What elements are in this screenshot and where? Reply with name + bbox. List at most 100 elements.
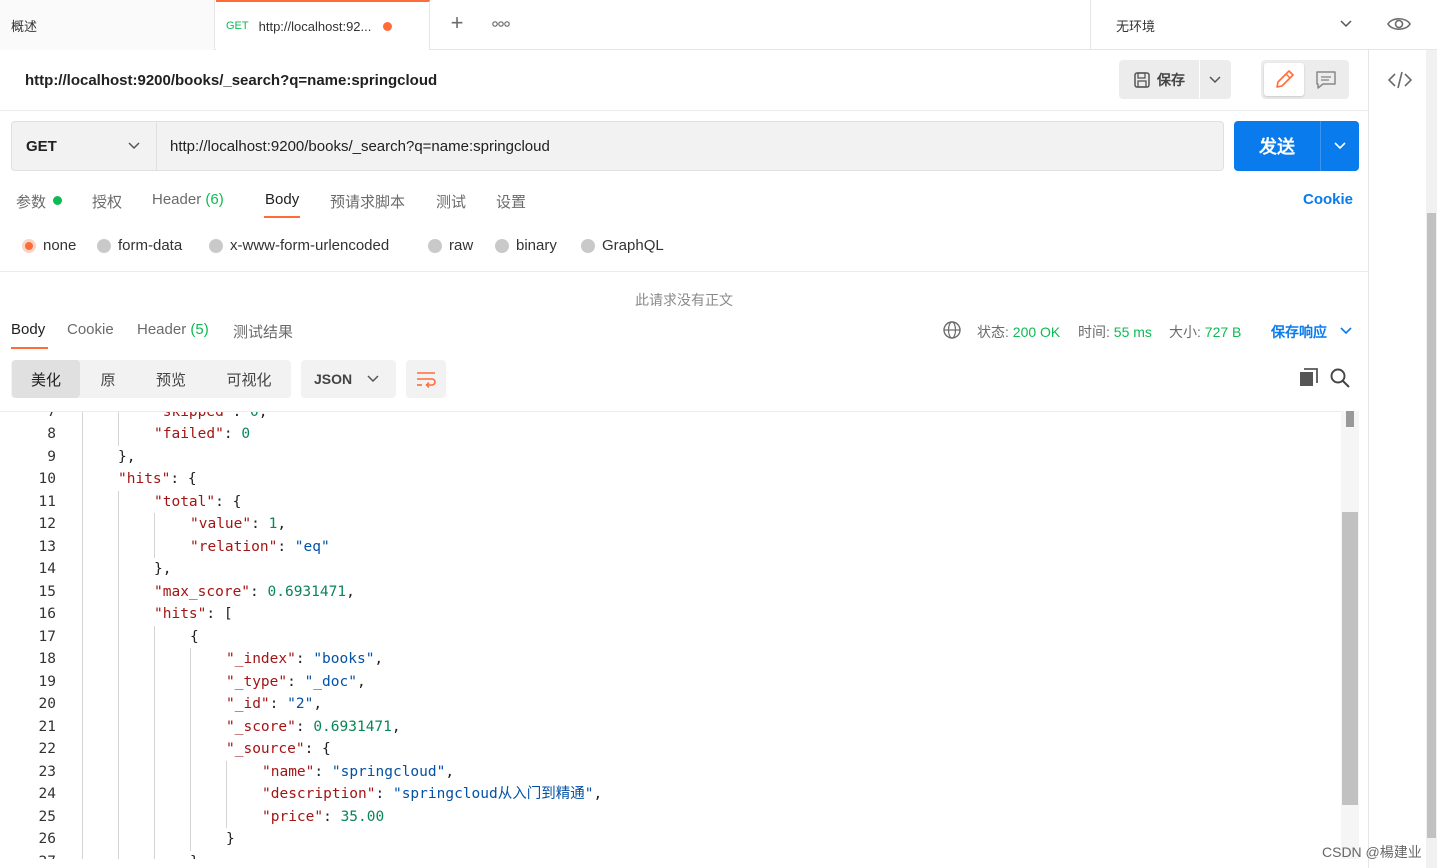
code-text: "relation": "eq"	[190, 538, 330, 555]
code-line: 13 "relation": "eq"	[0, 536, 1341, 559]
active-tab-indicator	[11, 347, 48, 349]
code-text: "_type": "_doc",	[226, 673, 366, 690]
send-options-button[interactable]	[1320, 121, 1359, 171]
tab-tests-label: 测试	[436, 194, 467, 211]
tab-request[interactable]: GET http://localhost:92...	[216, 0, 430, 50]
edit-mode-button[interactable]	[1264, 63, 1304, 96]
more-tabs-button[interactable]	[489, 14, 513, 34]
response-tab-test-results[interactable]: 测试结果	[233, 321, 293, 342]
send-button-label: 发送	[1259, 137, 1295, 157]
send-button[interactable]: 发送	[1234, 121, 1320, 171]
line-number: 24	[38, 786, 56, 802]
tab-prerequest-script[interactable]: 预请求脚本	[330, 191, 405, 212]
radio-label: binary	[516, 237, 557, 254]
tab-headers-label: Header	[152, 191, 202, 208]
view-visualize-label: 可视化	[226, 371, 272, 389]
code-text: "value": 1,	[190, 516, 287, 532]
request-title[interactable]: http://localhost:9200/books/_search?q=na…	[25, 72, 437, 89]
tab-settings[interactable]: 设置	[496, 191, 526, 212]
body-type-raw-radio[interactable]: raw	[428, 237, 473, 254]
code-line: 22 "_source": {	[0, 738, 1341, 761]
line-number: 9	[47, 448, 56, 465]
response-tab-body[interactable]: Body	[11, 321, 45, 338]
view-visualize-button[interactable]: 可视化	[212, 360, 286, 398]
response-tab-body-label: Body	[11, 321, 46, 338]
line-number: 17	[38, 628, 56, 645]
code-line: 26}	[0, 828, 1341, 851]
tab-headers[interactable]: Header (6)	[152, 191, 224, 208]
save-button[interactable]: 保存	[1119, 60, 1199, 99]
tab-settings-label: 设置	[496, 194, 527, 211]
plus-icon: +	[450, 10, 464, 35]
code-text: "_source": {	[226, 741, 331, 757]
tab-body[interactable]: Body	[265, 191, 299, 208]
code-scrollbar-thumb[interactable]	[1342, 512, 1358, 805]
save-button-label: 保存	[1157, 71, 1185, 88]
code-text: "max_score": 0.6931471,	[154, 583, 355, 600]
wrap-lines-button[interactable]	[406, 360, 446, 398]
time-value: 55 ms	[1113, 324, 1152, 340]
tab-tests[interactable]: 测试	[436, 191, 466, 212]
view-raw-button[interactable]: 原	[84, 360, 132, 398]
environment-label: 无环境	[1116, 18, 1156, 34]
add-tab-button[interactable]: +	[445, 12, 469, 36]
search-icon[interactable]	[1328, 366, 1352, 390]
response-body-viewer[interactable]: 7 "skipped": 0, 8 "failed": 0 9}, 10 "hits": {…	[0, 411, 1341, 859]
divider	[0, 110, 1368, 111]
response-time[interactable]: 时间: 55 ms	[1078, 322, 1152, 342]
comments-button[interactable]	[1308, 63, 1344, 96]
response-size[interactable]: 大小: 727 B	[1169, 322, 1241, 342]
view-preview-button[interactable]: 预览	[138, 360, 204, 398]
pencil-icon	[1276, 70, 1294, 88]
radio-selected-icon	[22, 238, 36, 253]
tab-overview[interactable]: 概述	[0, 0, 215, 50]
cookies-link[interactable]: Cookie	[1303, 191, 1353, 208]
line-number: 14	[38, 561, 56, 577]
body-type-form-data-radio[interactable]: form-data	[97, 237, 182, 254]
body-type-urlencoded-radio[interactable]: x-www-form-urlencoded	[209, 237, 389, 254]
radio-icon	[495, 238, 509, 253]
code-text: }	[226, 831, 235, 847]
tab-body-label: Body	[265, 191, 300, 208]
body-type-graphql-radio[interactable]: GraphQL	[581, 237, 664, 254]
radio-label: form-data	[118, 237, 183, 254]
url-input[interactable]: http://localhost:9200/books/_search?q=na…	[156, 121, 1224, 171]
page-scrollbar-thumb[interactable]	[1427, 213, 1436, 838]
code-text: "_id": "2",	[226, 696, 323, 712]
code-line: 15 "max_score": 0.6931471,	[0, 581, 1341, 604]
code-text: "skipped": 0,	[154, 411, 268, 420]
tab-params[interactable]: 参数	[16, 191, 46, 212]
copy-icon[interactable]	[1297, 366, 1321, 390]
format-select[interactable]: JSON	[301, 360, 396, 398]
view-pretty-button[interactable]: 美化	[12, 360, 80, 398]
response-tab-headers-count: (5)	[190, 321, 209, 338]
eye-icon[interactable]	[1385, 12, 1413, 36]
code-line: 12 "value": 1,	[0, 513, 1341, 536]
globe-icon[interactable]	[942, 320, 962, 340]
tab-headers-count: (6)	[205, 191, 224, 208]
response-tab-headers[interactable]: Header (5)	[137, 321, 209, 338]
environment-select[interactable]: 无环境	[1090, 0, 1368, 50]
save-options-button[interactable]	[1200, 60, 1231, 99]
code-line: 25 "price": 35.00	[0, 806, 1341, 829]
line-number: 12	[38, 516, 56, 532]
code-snippet-icon[interactable]	[1386, 68, 1414, 92]
response-status[interactable]: 状态: 200 OK	[977, 322, 1060, 342]
code-line: 27}	[0, 851, 1341, 860]
radio-icon	[97, 238, 111, 253]
code-text: {	[190, 628, 199, 645]
save-response-button[interactable]: 保存响应	[1271, 322, 1327, 342]
code-text: "total": {	[154, 493, 242, 510]
code-line: 7 "skipped": 0,	[0, 411, 1341, 423]
tab-auth[interactable]: 授权	[92, 191, 122, 212]
divider	[0, 271, 1368, 272]
code-line: 20 "_id": "2",	[0, 693, 1341, 716]
response-tab-cookies-label: Cookie	[67, 321, 114, 338]
response-tab-cookies[interactable]: Cookie	[67, 321, 114, 338]
radio-icon	[209, 238, 223, 253]
code-line: 23 "name": "springcloud",	[0, 761, 1341, 784]
line-number: 10	[38, 471, 56, 487]
body-type-binary-radio[interactable]: binary	[495, 237, 557, 254]
body-type-none-radio[interactable]: none	[22, 237, 76, 254]
chevron-down-icon	[1334, 142, 1346, 150]
